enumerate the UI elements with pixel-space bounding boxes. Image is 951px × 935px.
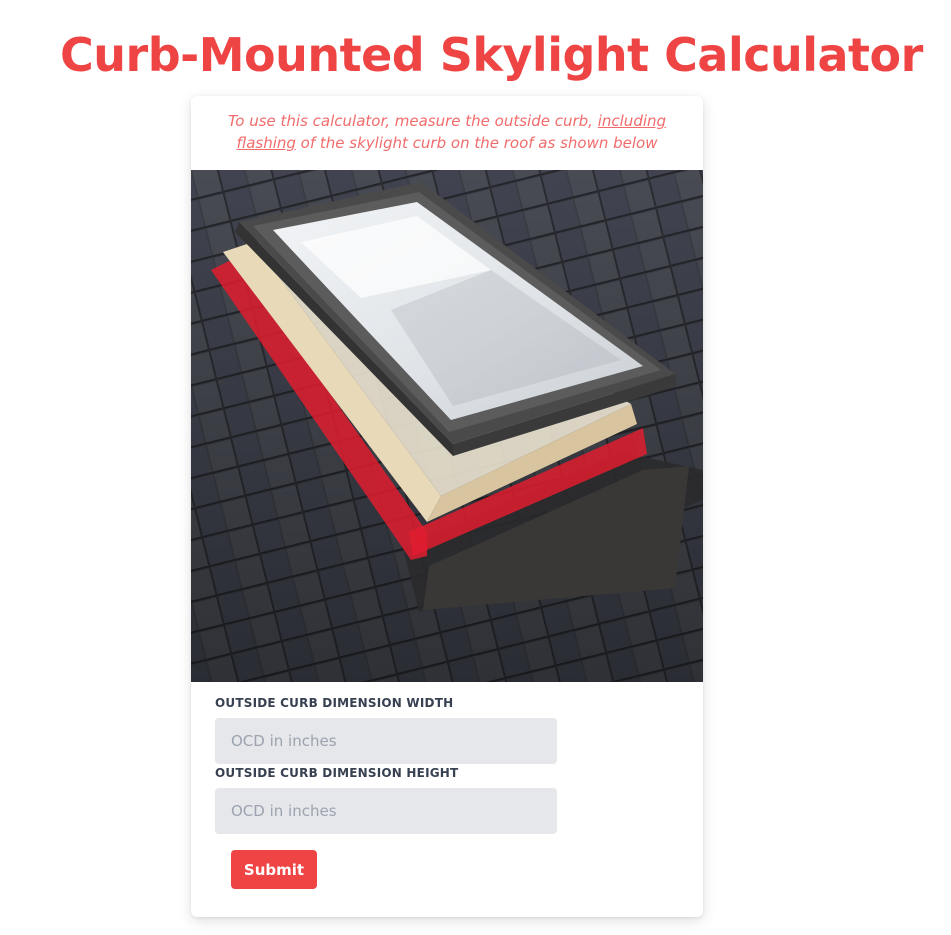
height-input[interactable]	[215, 788, 557, 834]
instructions-emphasis-flashing: flashing	[236, 134, 296, 152]
calculator-card: To use this calculator, measure the outs…	[191, 96, 703, 917]
width-label: OUTSIDE CURB DIMENSION WIDTH	[215, 696, 454, 710]
instructions-part-2: of the skylight curb on the roof as show…	[295, 134, 658, 152]
instructions-text: To use this calculator, measure the outs…	[221, 110, 673, 154]
width-input[interactable]	[215, 718, 557, 764]
skylight-photo	[191, 170, 703, 682]
height-label: OUTSIDE CURB DIMENSION HEIGHT	[215, 766, 459, 780]
page-title: Curb-Mounted Skylight Calculator	[60, 28, 923, 82]
instructions-emphasis-including: including	[597, 112, 667, 130]
submit-button[interactable]: Submit	[231, 850, 317, 889]
instructions-part-1: To use this calculator, measure the outs…	[227, 112, 598, 130]
